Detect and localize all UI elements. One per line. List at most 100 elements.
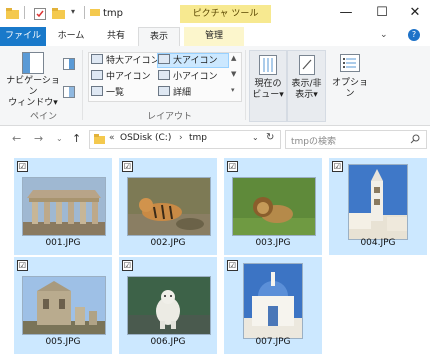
ruin-photo-icon — [22, 276, 106, 335]
gallery-scroll-up-icon[interactable]: ▲ — [231, 54, 236, 62]
navigation-pane-label-2: ウィンドウ▾ — [8, 98, 58, 108]
layout-small-icons[interactable]: 小アイコン — [158, 70, 218, 83]
file-name: 004.JPG — [360, 238, 396, 248]
checkbox[interactable]: ☑ — [122, 260, 133, 271]
checkbox[interactable]: ☑ — [17, 260, 28, 271]
minimize-button[interactable]: — — [336, 4, 356, 22]
preview-pane-icon[interactable] — [63, 58, 75, 70]
layout-large-label: 大アイコン — [173, 56, 218, 66]
file-item[interactable]: ☑ 004.JPG — [329, 158, 427, 255]
file-name: 003.JPG — [255, 238, 291, 248]
layout-medium-label: 中アイコン — [106, 72, 151, 82]
navigation-pane-button[interactable]: ナビゲーション ウィンドウ▾ — [4, 52, 62, 109]
navigation-pane-icon — [22, 52, 44, 74]
current-view-icon — [259, 55, 277, 75]
show-hide-label-2: 表示▾ — [295, 90, 318, 100]
close-button[interactable]: ✕ — [405, 4, 425, 22]
small-icons-icon — [158, 70, 170, 80]
file-item[interactable]: ☑ 002.JPG — [119, 158, 217, 255]
layout-details[interactable]: 詳細 — [158, 86, 191, 99]
layout-extra-large-icons[interactable]: 特大アイコン — [91, 54, 160, 67]
search-box[interactable]: tmpの検索 — [285, 130, 427, 149]
file-item[interactable]: ☑ 005.JPG — [14, 257, 112, 354]
back-arrow-icon[interactable]: ← — [12, 132, 21, 145]
chapel-photo-icon — [243, 263, 303, 339]
group-separator — [245, 50, 246, 120]
layout-medium-icons[interactable]: 中アイコン — [91, 70, 151, 83]
folder-icon — [94, 134, 105, 144]
window-title: tmp — [103, 8, 124, 19]
qat-dropdown-icon[interactable]: ▾ — [71, 7, 75, 16]
up-arrow-icon[interactable]: ↑ — [72, 132, 81, 145]
search-icon — [410, 134, 420, 144]
show-hide-icon — [298, 55, 315, 75]
options-button[interactable]: オプション — [328, 52, 372, 100]
help-icon[interactable]: ? — [408, 29, 420, 41]
overflow-breadcrumb[interactable]: « — [109, 133, 115, 143]
checkbox[interactable]: ☑ — [227, 161, 238, 172]
list-icon — [91, 86, 103, 96]
file-view: ☑ 001.JPG ☑ 002.JPG ☑ 003.JPG ☑ 004.JPG … — [0, 153, 430, 363]
title-bar: ▾ tmp ピクチャ ツール — ☐ ✕ — [0, 0, 430, 27]
current-view-label-1: 現在の — [254, 79, 282, 89]
navigation-bar: ← → ⌄ ↑ « OSDisk (C:) › tmp ⌄ ↻ tmpの検索 — [0, 126, 430, 152]
layout-small-label: 小アイコン — [173, 72, 218, 82]
checkbox[interactable]: ☑ — [332, 161, 343, 172]
properties-icon[interactable] — [34, 8, 46, 20]
address-dropdown-icon[interactable]: ⌄ — [252, 133, 259, 142]
large-icons-icon — [158, 54, 170, 64]
refresh-icon[interactable]: ↻ — [266, 132, 274, 143]
gallery-more-icon[interactable]: ▾ — [231, 86, 235, 94]
layout-details-label: 詳細 — [173, 88, 192, 98]
tab-manage[interactable]: 管理 — [184, 27, 244, 46]
checkbox[interactable]: ☑ — [122, 161, 133, 172]
checkbox[interactable]: ☑ — [17, 161, 28, 172]
file-item[interactable]: ☑ 007.JPG — [224, 257, 322, 354]
file-name: 005.JPG — [45, 337, 81, 347]
tab-view[interactable]: 表示 — [138, 27, 180, 48]
layout-list[interactable]: 一覧 — [91, 86, 124, 99]
pane-group-label: ペイン — [30, 112, 58, 122]
layout-large-icons[interactable]: 大アイコン — [157, 53, 229, 68]
lion-photo-icon — [232, 177, 316, 236]
separator-bar — [24, 6, 26, 19]
medium-icons-icon — [91, 70, 103, 80]
polar-bear-photo-icon — [127, 276, 211, 335]
checkbox[interactable]: ☑ — [227, 260, 238, 271]
recent-locations-icon[interactable]: ⌄ — [56, 134, 63, 143]
ribbon-view-panel: ナビゲーション ウィンドウ▾ ペイン 特大アイコン 大アイコン 中アイコン 小ア… — [0, 46, 430, 126]
layout-extra-large-label: 特大アイコン — [106, 56, 160, 66]
show-hide-label-1: 表示/非 — [291, 79, 322, 89]
tab-share[interactable]: 共有 — [100, 27, 132, 46]
gallery-scroll-down-icon[interactable]: ▼ — [231, 70, 236, 78]
separator-bar — [84, 6, 86, 19]
ribbon-collapse-icon[interactable]: ⌄ — [380, 30, 388, 40]
layout-group-label: レイアウト — [147, 112, 193, 122]
tab-home[interactable]: ホーム — [55, 27, 87, 46]
address-bar[interactable]: « OSDisk (C:) › tmp ⌄ ↻ — [89, 130, 281, 149]
show-hide-button[interactable]: 表示/非 表示▾ — [287, 50, 326, 122]
current-view-button[interactable]: 現在の ビュー▾ — [249, 50, 287, 122]
extra-large-icons-icon — [91, 54, 103, 64]
maximize-button[interactable]: ☐ — [372, 4, 392, 22]
group-separator — [82, 50, 83, 120]
breadcrumb-drive[interactable]: OSDisk (C:) — [120, 133, 171, 143]
file-item[interactable]: ☑ 006.JPG — [119, 257, 217, 354]
details-pane-icon[interactable] — [63, 86, 75, 98]
options-icon — [340, 54, 360, 72]
folder-icon — [90, 7, 100, 16]
new-folder-icon[interactable] — [52, 8, 65, 19]
breadcrumb-separator[interactable]: › — [179, 133, 183, 143]
file-item[interactable]: ☑ 001.JPG — [14, 158, 112, 255]
file-name: 007.JPG — [255, 337, 291, 347]
breadcrumb-folder[interactable]: tmp — [189, 133, 207, 143]
forward-arrow-icon[interactable]: → — [34, 132, 43, 145]
tab-file[interactable]: ファイル — [0, 27, 46, 46]
search-input[interactable]: tmpの検索 — [291, 134, 336, 147]
navigation-pane-label-1: ナビゲーション — [6, 76, 60, 97]
context-tab-picture-tools: ピクチャ ツール — [180, 5, 271, 23]
file-name: 006.JPG — [150, 337, 186, 347]
file-item[interactable]: ☑ 003.JPG — [224, 158, 322, 255]
layout-list-label: 一覧 — [106, 88, 125, 98]
file-name: 002.JPG — [150, 238, 186, 248]
